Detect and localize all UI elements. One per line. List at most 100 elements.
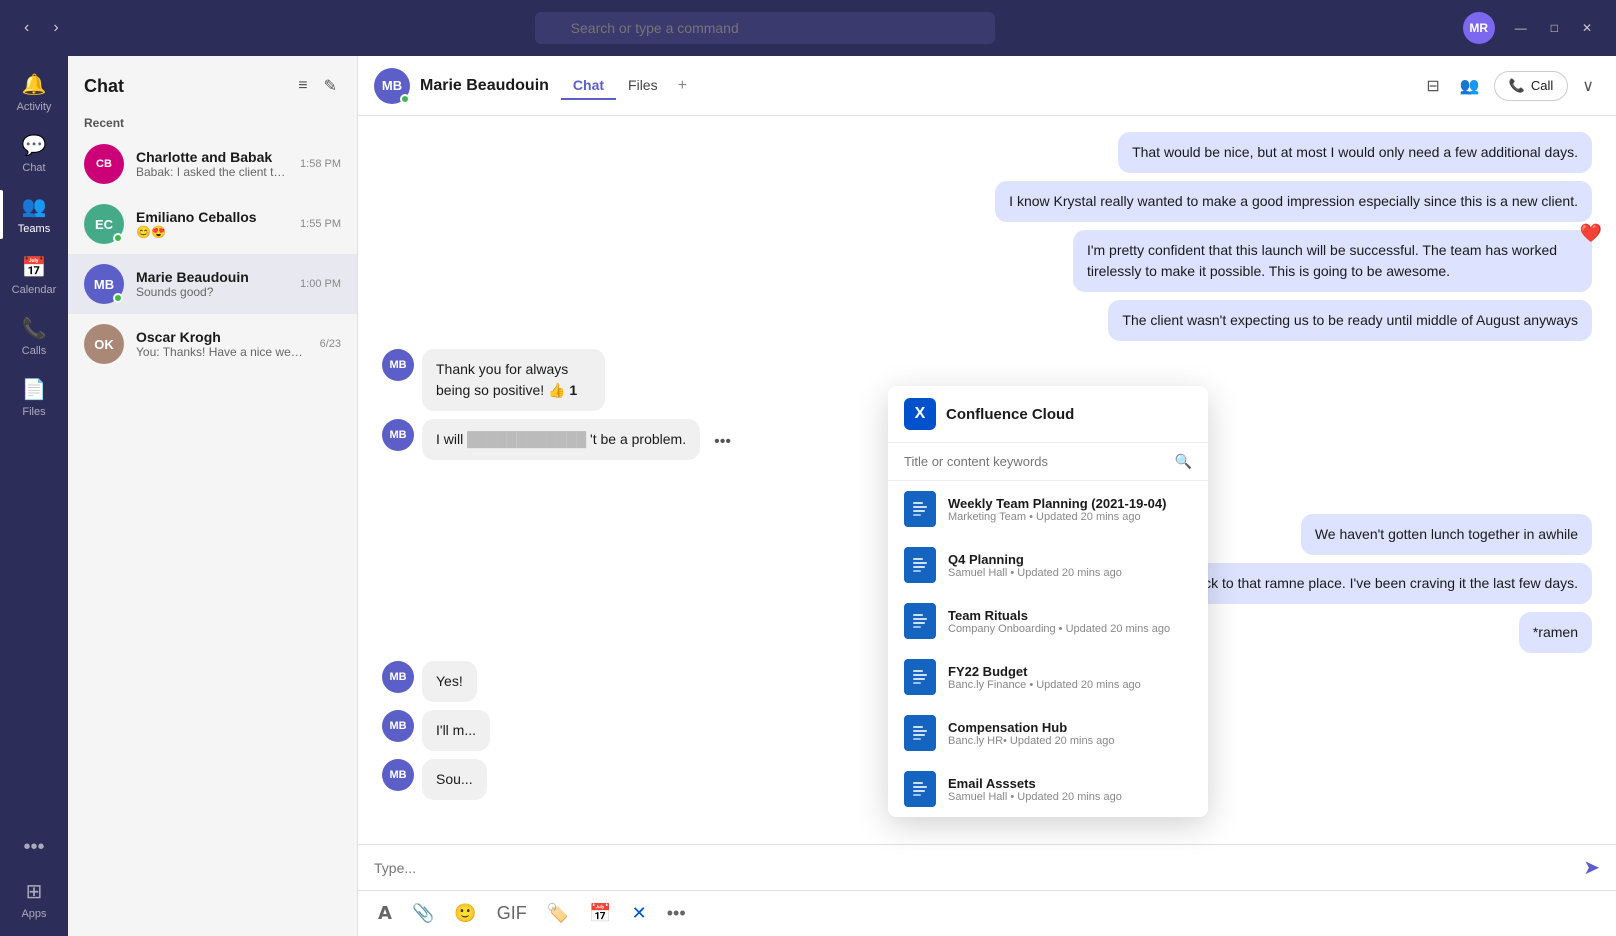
filter-button[interactable]: ≡ — [294, 72, 311, 100]
sidebar-item-more[interactable]: ••• — [0, 828, 68, 867]
add-tab-button[interactable]: + — [670, 73, 695, 99]
sidebar-item-calendar[interactable]: 📅 Calendar — [0, 247, 68, 304]
sidebar-item-apps[interactable]: ⊞ Apps — [0, 871, 68, 928]
chat-preview: Babak: I asked the client to send her fe… — [136, 165, 288, 179]
message-bubble: I'll m... — [422, 710, 490, 751]
doc-icon — [904, 659, 936, 695]
doc-meta: Marketing Team • Updated 20 mins ago — [948, 511, 1166, 523]
doc-info: Q4 Planning Samuel Hall • Updated 20 min… — [948, 552, 1122, 579]
sidebar-item-activity[interactable]: 🔔 Activity — [0, 64, 68, 121]
activity-label: Activity — [17, 101, 52, 113]
confluence-item[interactable]: FY22 Budget Banc.ly Finance • Updated 20… — [888, 649, 1208, 705]
search-wrapper: 🔍 — [535, 12, 995, 44]
sidebar-item-files[interactable]: 📄 Files — [0, 369, 68, 426]
call-button[interactable]: 📞 Call — [1494, 71, 1569, 101]
chat-item-emiliano[interactable]: EC Emiliano Ceballos 😊😍 1:55 PM — [68, 194, 357, 254]
files-icon: 📄 — [22, 377, 47, 402]
format-button[interactable]: 𝗔 — [374, 899, 396, 928]
compose-button[interactable]: ✎ — [320, 72, 341, 100]
message-input[interactable] — [374, 860, 1579, 876]
chat-item-marie[interactable]: MB Marie Beaudouin Sounds good? 1:00 PM — [68, 254, 357, 314]
attach-button[interactable]: 📎 — [408, 899, 438, 928]
recent-label: Recent — [68, 108, 357, 134]
left-nav: 🔔 Activity 💬 Chat 👥 Teams 📅 Calendar 📞 C… — [0, 56, 68, 936]
chat-name: Emiliano Ceballos — [136, 209, 288, 225]
call-label: Call — [1531, 78, 1553, 93]
confluence-item[interactable]: Q4 Planning Samuel Hall • Updated 20 min… — [888, 537, 1208, 593]
sticker-button[interactable]: 🏷️ — [543, 899, 573, 928]
chat-item-charlotte-babak[interactable]: CB Charlotte and Babak Babak: I asked th… — [68, 134, 357, 194]
doc-meta: Samuel Hall • Updated 20 mins ago — [948, 791, 1122, 803]
chat-name: Charlotte and Babak — [136, 149, 288, 165]
sidebar-item-chat[interactable]: 💬 Chat — [0, 125, 68, 182]
tab-chat[interactable]: Chat — [561, 73, 616, 100]
message-bubble: Yes! — [422, 661, 477, 702]
gif-button[interactable]: GIF — [493, 899, 531, 928]
chat-label: Chat — [22, 162, 45, 174]
doc-icon — [904, 547, 936, 583]
emoji-button[interactable]: 🙂 — [450, 899, 480, 928]
chat-time: 1:00 PM — [300, 278, 341, 290]
chat-time: 1:58 PM — [300, 158, 341, 170]
minimize-button[interactable]: — — [1507, 17, 1535, 39]
chat-info-oscar: Oscar Krogh You: Thanks! Have a nice wee… — [136, 329, 308, 359]
window-controls: — □ ✕ — [1507, 17, 1600, 39]
send-button[interactable]: ➤ — [1583, 855, 1600, 880]
avatar-marie: MB — [84, 264, 124, 304]
doc-info: Email Asssets Samuel Hall • Updated 20 m… — [948, 776, 1122, 803]
confluence-item[interactable]: Email Asssets Samuel Hall • Updated 20 m… — [888, 761, 1208, 817]
message-more-button[interactable]: ••• — [708, 427, 737, 457]
gallery-button[interactable]: ⊟ — [1420, 70, 1445, 102]
confluence-search-input[interactable] — [904, 454, 1167, 469]
calls-icon: 📞 — [22, 316, 47, 341]
doc-info: FY22 Budget Banc.ly Finance • Updated 20… — [948, 664, 1141, 691]
chat-item-oscar[interactable]: OK Oscar Krogh You: Thanks! Have a nice … — [68, 314, 357, 374]
chat-name: Oscar Krogh — [136, 329, 308, 345]
chat-icon: 💬 — [22, 133, 47, 158]
doc-title: Compensation Hub — [948, 720, 1115, 735]
doc-icon — [904, 715, 936, 751]
sidebar-item-teams[interactable]: 👥 Teams — [0, 186, 68, 243]
heart-reaction: ❤️ — [1580, 220, 1602, 247]
sidebar-item-calls[interactable]: 📞 Calls — [0, 308, 68, 365]
more-toolbar-button[interactable]: ••• — [663, 899, 690, 928]
sender-avatar: MB — [382, 710, 414, 742]
doc-icon — [904, 603, 936, 639]
tab-files[interactable]: Files — [616, 73, 670, 100]
avatar-oscar: OK — [84, 324, 124, 364]
chat-header-right: ⊟ 👥 📞 Call ∨ — [1420, 70, 1600, 102]
confluence-item[interactable]: Team Rituals Company Onboarding • Update… — [888, 593, 1208, 649]
global-search-input[interactable] — [535, 12, 995, 44]
chat-info-marie: Marie Beaudouin Sounds good? — [136, 269, 288, 299]
sender-avatar: MB — [382, 759, 414, 791]
chat-sidebar: Chat ≡ ✎ Recent CB Charlotte and Babak B… — [68, 56, 358, 936]
chat-area: MB Marie Beaudouin Chat Files + ⊟ 👥 📞 Ca… — [358, 56, 1616, 936]
sender-avatar: MB — [382, 661, 414, 693]
teams-label: Teams — [18, 223, 50, 235]
titlebar-right: MR — □ ✕ — [1463, 12, 1600, 44]
doc-meta: Banc.ly HR• Updated 20 mins ago — [948, 735, 1115, 747]
close-button[interactable]: ✕ — [1574, 17, 1600, 39]
message-bubble: I'm pretty confident that this launch wi… — [1073, 230, 1592, 292]
confluence-button[interactable]: ✕ — [628, 899, 651, 928]
more-options-button[interactable]: ∨ — [1576, 70, 1600, 102]
message-bubble: The client wasn't expecting us to be rea… — [1108, 300, 1592, 341]
doc-icon — [904, 771, 936, 807]
chat-info-emiliano: Emiliano Ceballos 😊😍 — [136, 209, 288, 239]
confluence-title: Confluence Cloud — [946, 406, 1074, 423]
message-toolbar: 𝗔 📎 🙂 GIF 🏷️ 📅 ✕ ••• — [358, 890, 1616, 936]
nav-fwd-button[interactable]: › — [45, 15, 66, 41]
nav-back-button[interactable]: ‹ — [16, 15, 37, 41]
schedule-button[interactable]: 📅 — [585, 899, 615, 928]
compose-area: ➤ 𝗔 📎 🙂 GIF 🏷️ 📅 ✕ ••• — [358, 844, 1616, 936]
people-button[interactable]: 👥 — [1454, 70, 1486, 102]
nav-buttons[interactable]: ‹ › — [16, 15, 67, 41]
confluence-header: X Confluence Cloud — [888, 386, 1208, 443]
maximize-button[interactable]: □ — [1543, 17, 1566, 39]
confluence-item[interactable]: Compensation Hub Banc.ly HR• Updated 20 … — [888, 705, 1208, 761]
doc-title: Q4 Planning — [948, 552, 1122, 567]
message-row: I know Krystal really wanted to make a g… — [382, 181, 1592, 222]
user-avatar[interactable]: MR — [1463, 12, 1495, 44]
confluence-item[interactable]: Weekly Team Planning (2021-19-04) Market… — [888, 481, 1208, 537]
chat-header-avatar: MB — [374, 68, 410, 104]
